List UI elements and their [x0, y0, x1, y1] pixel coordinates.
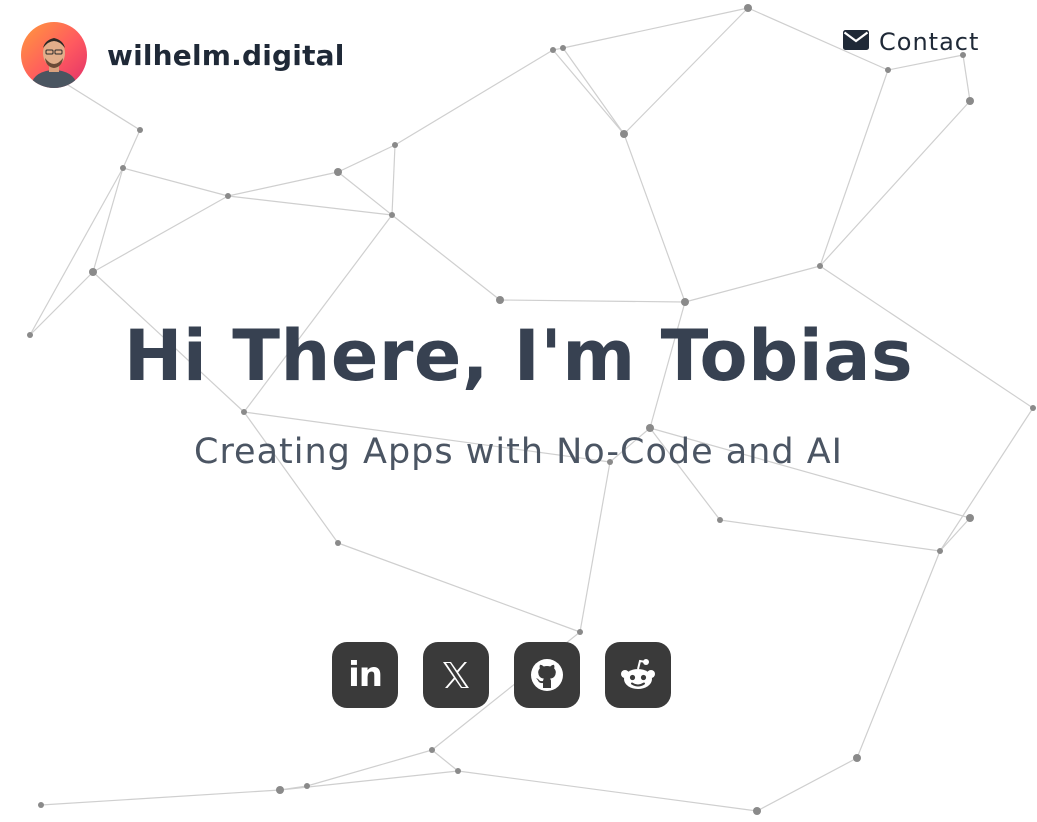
network-edge — [684, 265, 821, 303]
network-node — [937, 548, 943, 554]
network-edge — [819, 69, 889, 267]
network-edge — [394, 49, 554, 146]
network-edge — [227, 171, 339, 197]
network-edge — [939, 407, 1034, 552]
network-edge — [499, 299, 686, 303]
hero-subtitle: Creating Apps with No-Code and AI — [194, 432, 843, 472]
network-edge — [562, 47, 625, 135]
x-icon — [441, 661, 471, 689]
network-edge — [887, 54, 964, 71]
network-node — [646, 424, 654, 432]
network-node — [241, 409, 247, 415]
social-links: in — [332, 642, 671, 708]
network-edge — [856, 550, 941, 759]
linkedin-button[interactable]: in — [332, 642, 398, 708]
network-node — [455, 768, 461, 774]
network-node — [496, 296, 504, 304]
reddit-button[interactable] — [605, 642, 671, 708]
network-node — [38, 802, 44, 808]
network-node — [577, 629, 583, 635]
brand-name[interactable]: wilhelm.digital — [107, 39, 345, 72]
network-edge — [623, 133, 686, 303]
network-edge — [391, 214, 501, 301]
github-icon — [530, 658, 564, 692]
network-node — [89, 268, 97, 276]
contact-link[interactable]: Contact — [843, 28, 979, 56]
github-button[interactable] — [514, 642, 580, 708]
network-edge — [122, 167, 229, 197]
network-node — [334, 168, 342, 176]
avatar-portrait — [32, 38, 76, 88]
network-node — [966, 97, 974, 105]
network-node — [753, 807, 761, 815]
network-node — [304, 783, 310, 789]
network-edge — [122, 129, 141, 169]
network-edge — [92, 195, 229, 273]
network-edge — [337, 542, 581, 633]
network-node — [817, 263, 823, 269]
network-node — [120, 165, 126, 171]
network-edge — [337, 171, 393, 216]
x-button[interactable] — [423, 642, 489, 708]
network-node — [335, 540, 341, 546]
network-node — [429, 747, 435, 753]
network-edge — [623, 7, 749, 135]
network-edge — [552, 49, 625, 135]
site-header: wilhelm.digital — [21, 22, 345, 88]
network-node — [853, 754, 861, 762]
network-node — [681, 298, 689, 306]
network-node — [225, 193, 231, 199]
network-edge — [391, 144, 396, 216]
network-edge — [756, 757, 858, 812]
page: wilhelm.digital Contact Hi There, I'm To… — [0, 0, 1037, 822]
network-edge — [40, 789, 281, 806]
network-node — [717, 517, 723, 523]
network-edge — [92, 167, 124, 273]
network-node — [392, 142, 398, 148]
linkedin-icon: in — [348, 655, 383, 695]
network-edge — [431, 749, 459, 772]
network-edge — [337, 144, 396, 173]
contact-label: Contact — [879, 28, 980, 56]
network-edge — [29, 167, 124, 336]
network-node — [550, 47, 556, 53]
network-node — [620, 130, 628, 138]
network-node — [885, 67, 891, 73]
network-edge — [939, 517, 971, 552]
network-node — [389, 212, 395, 218]
network-node — [137, 127, 143, 133]
network-edge — [962, 54, 971, 102]
network-edge — [457, 770, 758, 812]
network-edge — [579, 461, 611, 633]
avatar[interactable] — [21, 22, 87, 88]
network-edge — [719, 519, 941, 552]
reddit-icon — [620, 658, 656, 692]
network-node — [1030, 405, 1036, 411]
network-edge — [562, 7, 749, 49]
network-edge — [819, 100, 971, 267]
network-node — [966, 514, 974, 522]
network-node — [744, 4, 752, 12]
network-node — [276, 786, 284, 794]
network-edge — [227, 195, 393, 216]
envelope-icon — [843, 29, 869, 55]
network-node — [560, 45, 566, 51]
hero-title: Hi There, I'm Tobias — [123, 315, 914, 397]
